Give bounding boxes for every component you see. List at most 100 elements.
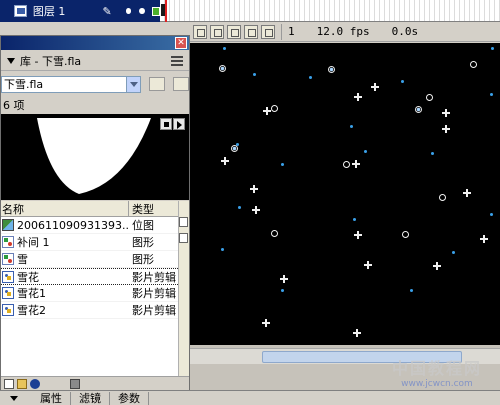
play-icon[interactable] — [173, 118, 185, 130]
snowflake — [426, 94, 433, 101]
snowflake — [433, 262, 441, 270]
item-type: 图形 — [132, 253, 154, 266]
item-type: 影片剪辑 — [132, 287, 176, 300]
snowflake — [281, 289, 284, 292]
library-window-titlebar[interactable]: ✕ — [1, 36, 189, 50]
graphic-icon — [2, 253, 14, 265]
timeline-layer-row[interactable]: 图层 1 ✎ — [0, 0, 160, 22]
item-name: 补间 1 — [17, 236, 50, 249]
frame-rate-value: 12.0 fps — [316, 25, 370, 38]
snowflake — [490, 213, 493, 216]
onion-skin-button[interactable] — [210, 24, 224, 39]
onion-outline-button[interactable] — [227, 24, 241, 39]
item-name: 雪 — [17, 253, 28, 266]
visibility-dot-icon[interactable] — [125, 8, 132, 14]
tab-filters[interactable]: 滤镜 — [71, 391, 110, 405]
properties-icon[interactable] — [30, 378, 40, 389]
snowflake — [401, 80, 404, 83]
wide-state-button[interactable] — [179, 233, 188, 243]
snowflake — [263, 107, 271, 115]
snowflake — [463, 189, 471, 197]
graphic-icon — [2, 236, 14, 248]
watermark-url: www.jcwcn.com — [401, 379, 473, 389]
new-symbol-icon[interactable] — [4, 378, 14, 389]
outline-color-swatch[interactable] — [151, 6, 160, 16]
snowflake — [480, 235, 488, 243]
snowflake — [364, 261, 372, 269]
center-frame-button[interactable] — [193, 24, 207, 39]
modify-onion-markers-button[interactable] — [261, 24, 275, 39]
watermark-title: 中国教程网 — [391, 359, 482, 378]
snowflake — [452, 251, 455, 254]
sort-order-button[interactable] — [179, 217, 188, 227]
lock-dot-icon[interactable] — [139, 8, 145, 14]
chevron-down-icon[interactable] — [126, 76, 140, 92]
snowflake — [353, 218, 356, 221]
collapse-arrow-icon[interactable] — [7, 57, 15, 64]
library-title: 库 - 下雪.fla — [20, 54, 82, 68]
snowflake — [402, 231, 409, 238]
table-row[interactable]: 200611090931393... 位图 — [1, 217, 178, 234]
snowflake — [262, 319, 270, 327]
table-row-selected[interactable]: 雪花 影片剪辑 — [1, 268, 178, 285]
snowflake — [442, 109, 450, 117]
column-header-name[interactable]: 名称 — [1, 201, 129, 216]
timeline-status-bar: 1 12.0 fps 0.0s — [190, 22, 500, 42]
item-name: 200611090931393... — [17, 218, 129, 232]
table-row[interactable]: 雪 图形 — [1, 251, 178, 268]
snowflake — [364, 150, 367, 153]
snowflake — [350, 125, 353, 128]
item-type: 影片剪辑 — [132, 270, 176, 284]
options-menu-icon[interactable] — [171, 56, 183, 66]
item-type: 位图 — [132, 219, 154, 232]
library-items-table: 名称 类型 200611090931393... 位图 补间 1 图形 雪 图形… — [1, 201, 178, 376]
snowflake — [223, 47, 226, 50]
snowflake — [253, 73, 256, 76]
library-preview — [1, 114, 189, 200]
new-folder-icon[interactable] — [17, 378, 27, 389]
collapse-arrow-icon[interactable] — [10, 395, 18, 401]
new-library-panel-button[interactable] — [173, 77, 189, 91]
snowflake — [238, 206, 241, 209]
snowflake — [281, 163, 284, 166]
movie-clip-icon — [2, 270, 14, 283]
movie-clip-icon — [2, 287, 14, 299]
snowflake — [442, 125, 450, 133]
snowflake — [470, 61, 477, 68]
bitmap-icon — [2, 219, 14, 231]
library-vertical-scrollbar[interactable] — [178, 201, 189, 376]
library-header[interactable]: 库 - 下雪.fla — [1, 51, 189, 71]
table-row[interactable]: 雪花1 影片剪辑 — [1, 285, 178, 302]
snowflake — [354, 93, 362, 101]
document-select[interactable]: 下雪.fla — [1, 75, 141, 93]
snowflake — [410, 289, 413, 292]
movie-clip-icon — [2, 304, 14, 316]
trash-icon[interactable] — [70, 378, 80, 389]
item-name: 雪花2 — [17, 304, 46, 317]
snowflake — [439, 194, 446, 201]
snowflake — [343, 161, 350, 168]
pin-library-button[interactable] — [149, 77, 165, 91]
table-row[interactable]: 补间 1 图形 — [1, 234, 178, 251]
library-item-count: 6 项 — [3, 99, 25, 112]
snowflake — [221, 157, 229, 165]
edit-multiple-frames-button[interactable] — [244, 24, 258, 39]
snowflake — [431, 152, 434, 155]
table-header: 名称 类型 — [1, 201, 178, 217]
snowflake — [271, 230, 278, 237]
snowflake — [280, 275, 288, 283]
library-document-row: 下雪.fla — [1, 74, 189, 94]
snowflake — [309, 76, 312, 79]
stage-canvas[interactable] — [190, 43, 500, 345]
table-row[interactable]: 雪花2 影片剪辑 — [1, 302, 178, 319]
document-select-value: 下雪.fla — [4, 77, 44, 91]
playhead[interactable] — [165, 0, 167, 22]
tab-parameters[interactable]: 参数 — [110, 391, 149, 405]
column-header-type[interactable]: 类型 — [129, 201, 178, 216]
timeline-frames[interactable] — [160, 0, 500, 22]
tab-properties[interactable]: 属性 — [32, 391, 71, 405]
stop-icon[interactable] — [160, 118, 172, 130]
snowflake — [352, 160, 360, 168]
preview-controls — [159, 118, 185, 130]
close-icon[interactable]: ✕ — [175, 37, 187, 49]
